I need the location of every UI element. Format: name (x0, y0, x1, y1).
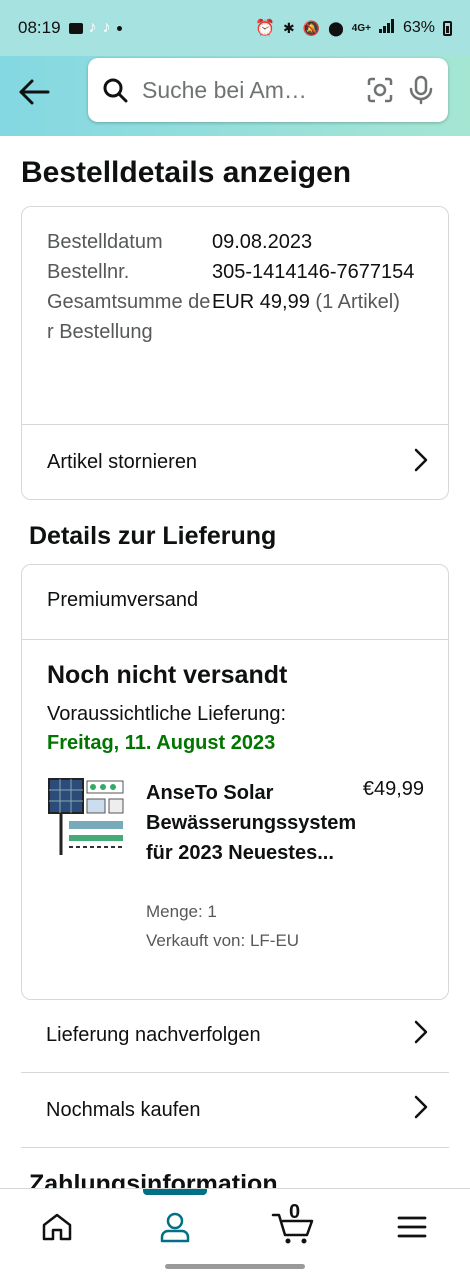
order-total-label: Gesamtsumme der Bestellung (47, 291, 211, 343)
notification-icons: ♪ ♪ (68, 19, 122, 37)
order-item-count: (1 Artikel) (315, 291, 400, 313)
tiktok-icon: ♪ (102, 19, 111, 36)
chevron-right-icon (414, 1095, 428, 1125)
track-delivery-label: Lieferung nachverfolgen (46, 1023, 261, 1046)
battery-percent: 63% (402, 19, 435, 36)
delivery-card: Premiumversand Noch nicht versandt Vorau… (21, 564, 449, 1000)
active-tab-indicator (143, 1189, 207, 1195)
chevron-right-icon (414, 448, 428, 478)
cancel-items-label: Artikel stornieren (47, 451, 198, 473)
order-summary-card: Bestelldatum 09.08.2023 Bestellnr. 305-1… (21, 206, 449, 500)
eta-label: Voraussichtliche Lieferung: (47, 703, 287, 725)
home-indicator[interactable] (165, 1264, 305, 1269)
mute-icon: 🔕 (302, 19, 321, 36)
order-total-amount: EUR 49,99 (212, 291, 310, 313)
battery-icon (443, 20, 452, 36)
back-arrow-icon (19, 79, 50, 105)
back-button[interactable] (16, 74, 52, 110)
product-seller: Verkauft von: LF-EU (146, 931, 300, 950)
product-quantity: Menge: 1 (146, 902, 217, 921)
system-icons: ⏰ ✱ 🔕 ⬤ 4G+ 63% (255, 18, 452, 38)
chevron-right-icon (414, 1020, 428, 1050)
buy-again-label: Nochmals kaufen (46, 1098, 201, 1121)
nav-menu[interactable] (382, 1207, 442, 1247)
account-icon (160, 1212, 190, 1243)
status-time: 08:19 (18, 18, 61, 37)
camera-scan-icon[interactable] (366, 76, 394, 104)
delivery-section-title: Details zur Lieferung (29, 522, 277, 550)
order-number-row: Bestellnr. 305-1414146-7677154 (47, 257, 437, 287)
order-info: Bestelldatum 09.08.2023 Bestellnr. 305-1… (47, 227, 437, 347)
order-number-label: Bestellnr. (47, 261, 130, 283)
order-number-text: 305-1414146-7677154 (212, 261, 415, 283)
bluetooth-icon: ✱ (282, 19, 295, 36)
more-notifications-icon (116, 25, 122, 31)
search-bar[interactable]: Suche bei Am… (88, 58, 448, 122)
eta-date: Freitag, 11. August 2023 (47, 732, 276, 754)
signal-icon (378, 18, 395, 38)
order-total-value: EUR 49,99 (1 Artikel) (212, 287, 437, 347)
search-input[interactable]: Suche bei Am… (142, 77, 352, 104)
page-title: Bestelldetails anzeigen (21, 156, 352, 189)
track-delivery-link[interactable]: Lieferung nachverfolgen (21, 998, 449, 1073)
product-price: €49,99 (362, 778, 424, 800)
divider (22, 639, 448, 640)
menu-icon (397, 1216, 427, 1238)
nav-account[interactable] (145, 1207, 205, 1247)
location-icon: ⬤ (328, 19, 344, 36)
order-date-label: Bestelldatum (47, 231, 163, 253)
alarm-icon: ⏰ (255, 20, 275, 37)
order-date-value: 09.08.2023 (212, 231, 313, 253)
network-type: 4G+ (351, 22, 371, 34)
nav-home[interactable] (27, 1207, 87, 1247)
shipment-status: Noch nicht versandt (47, 661, 288, 689)
home-icon (42, 1213, 72, 1241)
status-bar: 08:19 ♪ ♪ ⏰ ✱ 🔕 ⬤ 4G+ 63% (0, 0, 470, 56)
order-total-row: Gesamtsumme der Bestellung EUR 49,99 (1 … (47, 287, 437, 347)
product-image[interactable] (47, 777, 127, 859)
product-title-link[interactable]: AnseTo Solar Bewässerungssystem für 2023… (146, 778, 376, 868)
cancel-items-link[interactable]: Artikel stornieren (47, 425, 428, 500)
nav-cart[interactable]: 0 (263, 1201, 323, 1247)
notification-square-icon (68, 22, 83, 34)
microphone-icon[interactable] (408, 75, 434, 105)
order-number-value: 305-1414146-7677154 (212, 257, 437, 287)
tiktok-icon: ♪ (88, 19, 97, 36)
search-header: Suche bei Am… (0, 56, 470, 136)
buy-again-link[interactable]: Nochmals kaufen (21, 1073, 449, 1148)
shipping-method: Premiumversand (47, 589, 199, 611)
cart-count: 0 (289, 1201, 301, 1223)
order-date-row: Bestelldatum 09.08.2023 (47, 227, 437, 257)
search-icon (102, 77, 128, 103)
